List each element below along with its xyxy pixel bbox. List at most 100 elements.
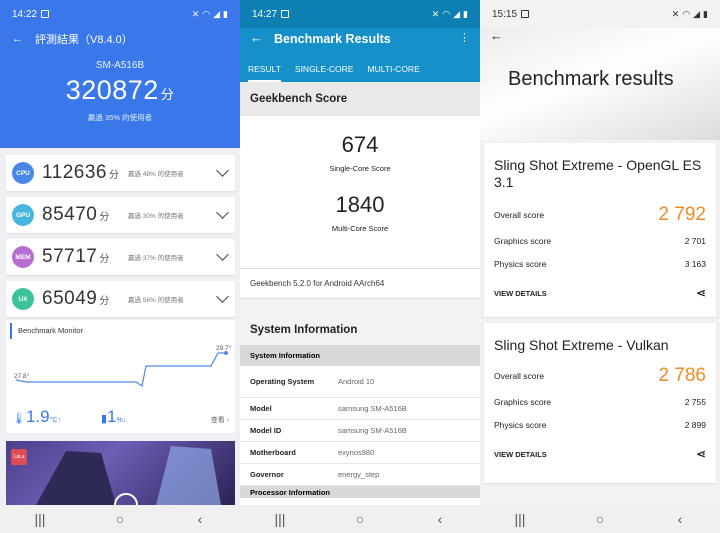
gpu-score-unit: 分 — [99, 212, 110, 223]
wifi-icon: ◠ — [442, 8, 451, 19]
graphics-score-value: 2 755 — [684, 396, 706, 407]
page-title: 評測結果（V8.4.0） — [35, 34, 133, 46]
total-score-value: 320872 — [65, 75, 159, 105]
ux-score-card[interactable]: UX 65049 分 贏過 56% 的使用者 — [6, 281, 235, 317]
mute-icon: ✕ — [191, 8, 200, 19]
mute-icon: ✕ — [671, 8, 680, 19]
graphics-score-label: Graphics score — [494, 235, 552, 246]
page-title: Benchmark Results — [274, 32, 391, 46]
view-details-link[interactable]: VIEW DETAILS — [494, 289, 547, 298]
single-core-label: Single-Core Score — [329, 164, 391, 173]
section-spacer — [240, 299, 480, 315]
geekbench-score-header: Geekbench Score — [240, 82, 480, 116]
end-temp-label: 29.7° — [216, 344, 232, 352]
sysinfo-key: Operating System — [250, 377, 315, 386]
back-arrow-icon[interactable]: ← — [490, 28, 503, 43]
physics-score-value: 3 163 — [684, 258, 706, 269]
view-more-link[interactable]: 查看 › — [211, 415, 229, 425]
geekbench-panel: 14:27 ✕ ◠ ◢ ▮ ← Benchmark Results ⋮ RESU… — [240, 0, 480, 533]
antutu-panel: 14:22 ✕ ◠ ◢ ▮ ← 評測結果（V8.4.0） SM-A516B 32… — [0, 0, 240, 533]
score-unit: 分 — [160, 87, 175, 102]
back-arrow-icon[interactable]: ← — [250, 30, 263, 45]
overall-score-row: Overall score 2 786 — [494, 364, 706, 388]
geekbench-version: Geekbench 5.2.0 for Android AArch64 — [240, 268, 480, 299]
home-button[interactable]: ○ — [345, 511, 375, 527]
ux-badge: UX — [12, 288, 34, 310]
signal-icon: ◢ — [213, 8, 221, 19]
chevron-right-icon: › — [226, 417, 229, 424]
physics-score-row: Physics score 3 163 — [494, 252, 706, 275]
back-button[interactable]: ‹ — [185, 511, 215, 527]
status-bar: 14:27 ✕ ◠ ◢ ▮ — [240, 0, 480, 28]
sysinfo-value: samsung SM-A516B — [338, 404, 407, 413]
image-notification-icon — [41, 10, 50, 18]
view-more-label: 查看 — [210, 417, 225, 424]
chevron-down-icon[interactable] — [216, 206, 229, 219]
tab-bar: RESULT SINGLE-CORE MULTI-CORE — [240, 60, 480, 82]
mem-score-card[interactable]: MEM 57717 分 贏過 37% 的使用者 — [6, 239, 235, 275]
home-button[interactable]: ○ — [585, 511, 615, 527]
sysinfo-key: Motherboard — [250, 448, 296, 457]
sysinfo-row-model-id: Model ID samsung SM-A516B — [240, 420, 480, 442]
temp-change-value: 1.9 — [25, 407, 50, 426]
cpu-badge: CPU — [12, 162, 34, 184]
gpu-score-card[interactable]: GPU 85470 分 贏過 30% 的使用者 — [6, 197, 235, 233]
cpu-score: 112636 分 — [42, 162, 128, 184]
back-button[interactable]: ‹ — [425, 511, 455, 527]
sysinfo-value: energy_step — [338, 470, 380, 479]
wifi-icon: ◠ — [202, 8, 211, 19]
mem-score: 57717 分 — [42, 246, 128, 268]
cpu-score-value: 112636 — [42, 162, 107, 183]
cpu-score-card[interactable]: CPU 112636 分 贏過 48% 的使用者 — [6, 155, 235, 191]
ux-beat-text: 贏過 56% 的使用者 — [128, 297, 184, 304]
chevron-down-icon[interactable] — [216, 290, 229, 303]
graphics-score-row: Graphics score 2 755 — [494, 390, 706, 413]
status-time: 14:22 — [12, 8, 38, 20]
battery-change: ▮1%↓ — [101, 407, 126, 427]
tab-single-core[interactable]: SINGLE-CORE — [295, 60, 354, 82]
physics-score-label: Physics score — [494, 419, 547, 430]
single-core-score: 674 — [341, 132, 379, 157]
start-temp-label: 27.8° — [14, 372, 30, 380]
sysinfo-value: exynos980 — [338, 448, 375, 457]
page-title: Benchmark results — [508, 68, 674, 90]
gpu-beat-text: 贏過 30% 的使用者 — [128, 213, 184, 220]
mute-icon: ✕ — [431, 8, 440, 19]
ux-score: 65049 分 — [42, 288, 128, 310]
recent-apps-button[interactable]: ||| — [265, 511, 295, 527]
gpu-score-value: 85470 — [42, 204, 98, 225]
sysinfo-key: Model ID — [250, 426, 282, 435]
advertisement-banner[interactable]: LaLa — [6, 441, 235, 505]
tab-result[interactable]: RESULT — [248, 60, 281, 82]
chevron-down-icon[interactable] — [216, 248, 229, 261]
system-nav-bar: ||| ○ ‹ — [0, 505, 240, 533]
tab-multi-core[interactable]: MULTI-CORE — [367, 60, 419, 82]
view-details-link[interactable]: VIEW DETAILS — [494, 450, 547, 459]
system-nav-bar: ||| ○ ‹ — [240, 505, 480, 533]
wifi-icon: ◠ — [682, 8, 691, 19]
total-score: 320872 分 — [0, 75, 240, 106]
result-card-vulkan: Sling Shot Extreme - Vulkan Overall scor… — [484, 323, 716, 483]
share-icon[interactable]: ⋖ — [696, 447, 706, 461]
system-information-header: System Information — [240, 315, 480, 345]
home-button[interactable]: ○ — [105, 511, 135, 527]
recent-apps-button[interactable]: ||| — [25, 511, 55, 527]
recent-apps-button[interactable]: ||| — [505, 511, 535, 527]
status-time: 15:15 — [492, 8, 518, 20]
overall-score-label: Overall score — [494, 371, 545, 381]
image-notification-icon — [281, 10, 290, 18]
battery-icon: ▮ — [703, 8, 708, 19]
card-footer: VIEW DETAILS ⋖ — [494, 283, 706, 303]
share-icon[interactable]: ⋖ — [696, 286, 706, 300]
overflow-menu-icon[interactable]: ⋮ — [459, 31, 470, 44]
back-button[interactable]: ‹ — [665, 511, 695, 527]
cpu-score-unit: 分 — [109, 170, 120, 181]
overall-score-row: Overall score 2 792 — [494, 203, 706, 227]
gpu-score: 85470 分 — [42, 204, 128, 226]
temperature-line — [15, 352, 226, 387]
chevron-down-icon[interactable] — [216, 164, 229, 177]
system-nav-bar: ||| ○ ‹ — [480, 505, 720, 533]
multi-core-label: Multi-Core Score — [331, 224, 389, 233]
ux-score-value: 65049 — [42, 288, 98, 309]
back-arrow-icon[interactable]: ← — [12, 33, 23, 45]
